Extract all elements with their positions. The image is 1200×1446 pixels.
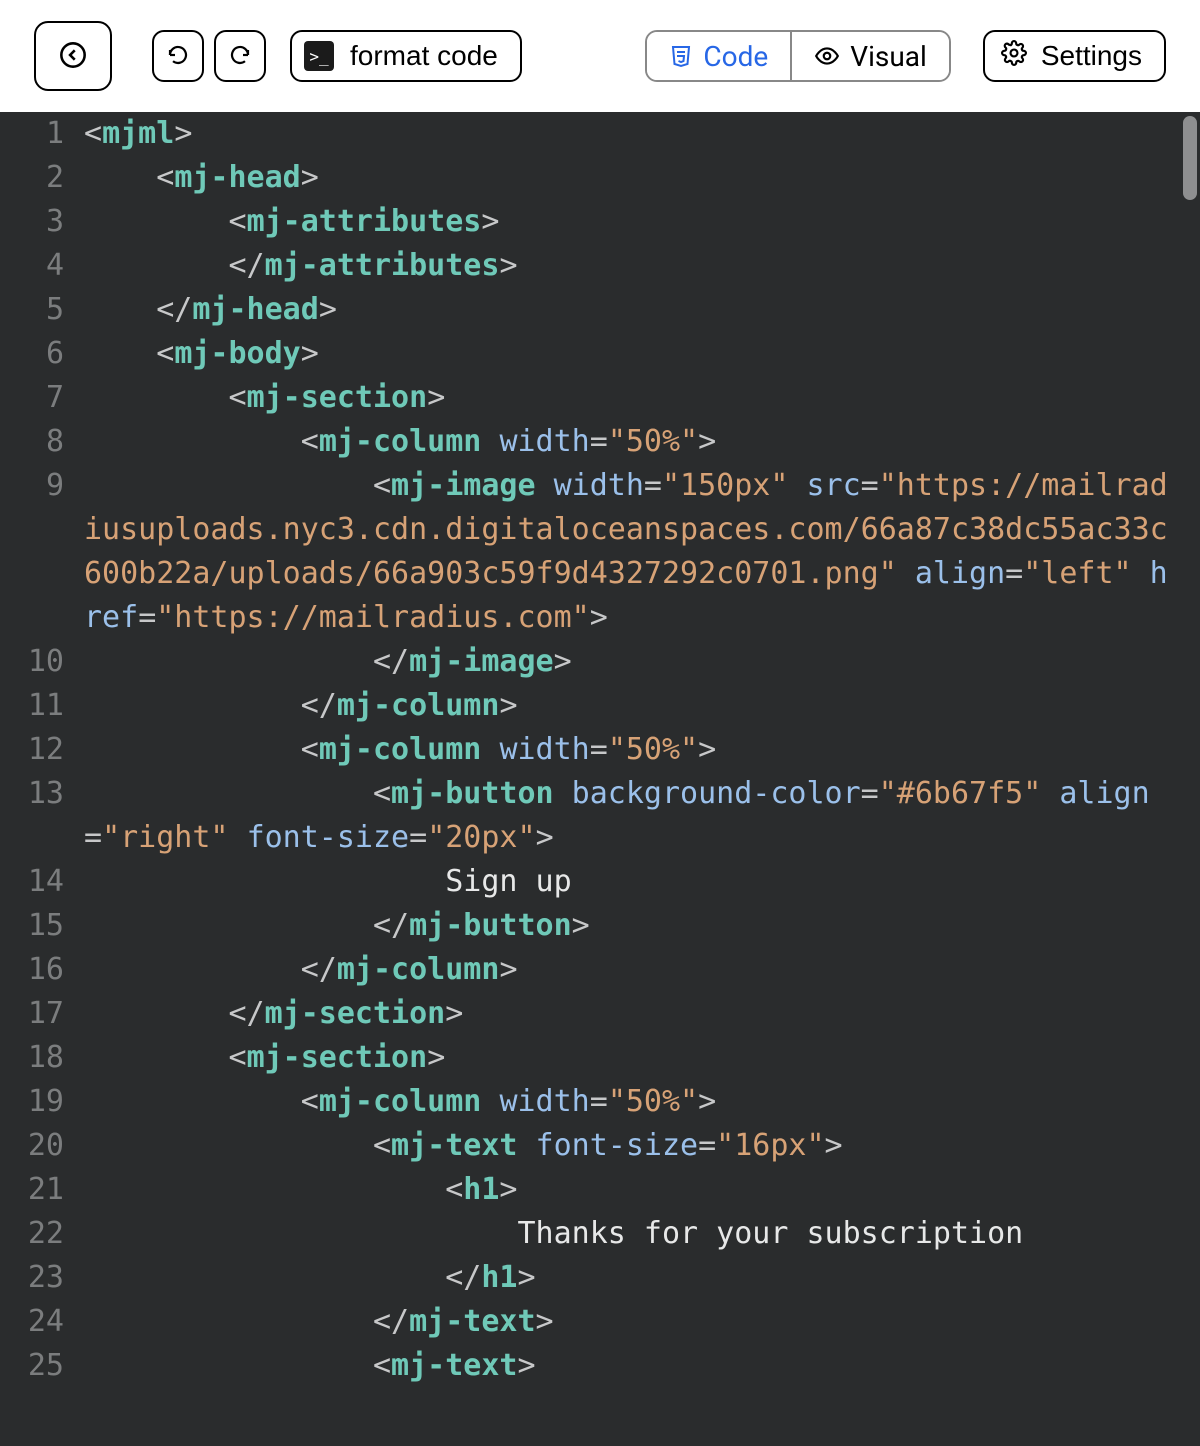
line-gutter: 1234567891011121314151617181920212223242…	[0, 112, 74, 1446]
code-line[interactable]: </mj-attributes>	[84, 244, 1176, 288]
tab-code[interactable]: Code	[647, 32, 790, 80]
code-line[interactable]: <mj-head>	[84, 156, 1176, 200]
code-line[interactable]: Thanks for your subscription	[84, 1212, 1176, 1256]
redo-button[interactable]	[214, 30, 266, 82]
code-line[interactable]: Sign up	[84, 860, 1176, 904]
back-button[interactable]	[34, 21, 112, 91]
tab-visual-label: Visual	[850, 40, 927, 73]
code-line[interactable]: <mj-text>	[84, 1344, 1176, 1388]
code-line[interactable]: </mj-section>	[84, 992, 1176, 1036]
code-line[interactable]: </mj-button>	[84, 904, 1176, 948]
code-line[interactable]: <mj-text font-size="16px">	[84, 1124, 1176, 1168]
code-line[interactable]: <mj-column width="50%">	[84, 728, 1176, 772]
code-line[interactable]: </mj-column>	[84, 684, 1176, 728]
chevron-left-icon	[59, 41, 87, 72]
scrollbar-thumb[interactable]	[1183, 116, 1197, 200]
code-line[interactable]: <h1>	[84, 1168, 1176, 1212]
format-code-button[interactable]: >_ format code	[290, 30, 522, 82]
code-line[interactable]: <mj-section>	[84, 1036, 1176, 1080]
tab-visual[interactable]: Visual	[790, 32, 949, 80]
tab-code-label: Code	[703, 40, 768, 73]
code-line[interactable]: <mj-body>	[84, 332, 1176, 376]
eye-icon	[814, 43, 840, 69]
format-code-label: format code	[350, 40, 498, 72]
code-line[interactable]: <mjml>	[84, 112, 1176, 156]
terminal-icon: >_	[304, 41, 334, 71]
code-line[interactable]: <mj-button background-color="#6b67f5" al…	[84, 772, 1176, 860]
code-line[interactable]: <mj-column width="50%">	[84, 1080, 1176, 1124]
history-buttons	[152, 30, 266, 82]
settings-label: Settings	[1041, 40, 1142, 72]
code-line[interactable]: </mj-column>	[84, 948, 1176, 992]
code-line[interactable]: </h1>	[84, 1256, 1176, 1300]
code-line[interactable]: </mj-text>	[84, 1300, 1176, 1344]
code-line[interactable]: <mj-attributes>	[84, 200, 1176, 244]
redo-icon	[228, 43, 252, 70]
code-line[interactable]: <mj-image width="150px" src="https://mai…	[84, 464, 1176, 640]
gear-icon	[1001, 40, 1027, 73]
code-line[interactable]: </mj-head>	[84, 288, 1176, 332]
code-line[interactable]: <mj-column width="50%">	[84, 420, 1176, 464]
code-line[interactable]: </mj-image>	[84, 640, 1176, 684]
code-content[interactable]: <mjml> <mj-head> <mj-attributes> </mj-at…	[84, 112, 1176, 1446]
html5-icon	[669, 44, 693, 68]
code-line[interactable]: <mj-section>	[84, 376, 1176, 420]
toolbar: >_ format code Code Visual Settings	[0, 0, 1200, 112]
undo-button[interactable]	[152, 30, 204, 82]
undo-icon	[166, 43, 190, 70]
settings-button[interactable]: Settings	[983, 30, 1166, 82]
view-tabs: Code Visual	[645, 30, 950, 82]
code-editor[interactable]: 1234567891011121314151617181920212223242…	[0, 112, 1200, 1446]
editor: 1234567891011121314151617181920212223242…	[0, 112, 1200, 1446]
